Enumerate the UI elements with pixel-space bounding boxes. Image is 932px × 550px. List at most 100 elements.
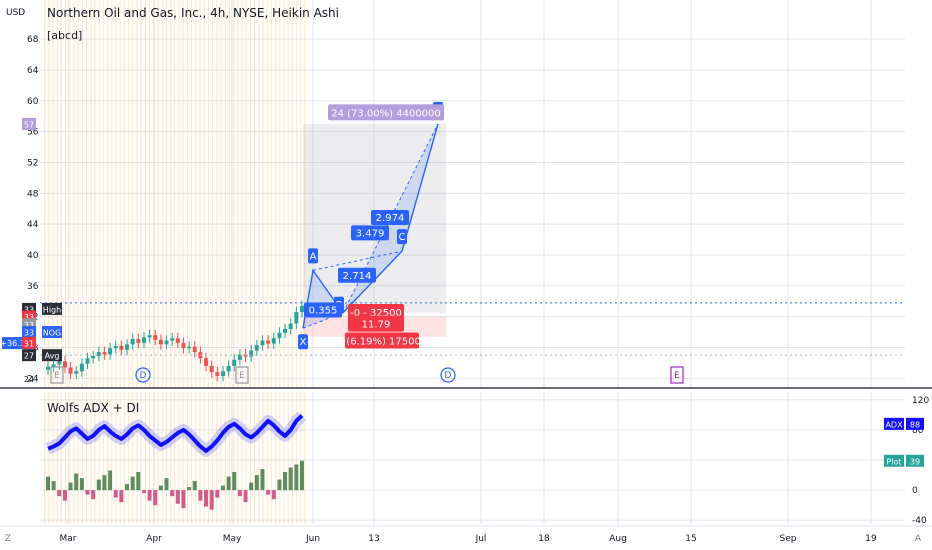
event-marker-letter: E <box>674 371 680 381</box>
session-stripe <box>44 392 46 524</box>
ratio-badge-text: 2.714 <box>343 271 372 282</box>
y-tick-label: 48 <box>27 189 39 199</box>
event-marker-d[interactable]: D <box>135 367 151 383</box>
histogram-bar <box>271 490 276 500</box>
histogram-bar <box>68 482 73 491</box>
session-stripe <box>144 0 146 388</box>
price-scale-label[interactable]: 27 Avg <box>22 349 62 362</box>
x-tick-label: Jun <box>305 534 320 544</box>
price-scale-label-text: 57 <box>24 120 34 129</box>
pattern-ratio-badge[interactable]: 0.355 <box>304 302 342 318</box>
session-stripe <box>186 392 188 524</box>
session-stripe <box>77 0 79 388</box>
candle-body <box>108 348 113 355</box>
session-stripe <box>73 0 75 388</box>
histogram-bar <box>125 484 130 491</box>
session-stripe <box>157 392 159 524</box>
indicator-value-label[interactable]: Plot 39 <box>884 454 924 467</box>
x-tick-label: Mar <box>60 534 77 544</box>
event-marker-d[interactable]: D <box>440 367 456 383</box>
session-stripe <box>102 0 104 388</box>
histogram-bar <box>85 490 90 495</box>
histogram-bar <box>192 481 197 491</box>
pattern-point-c[interactable]: C <box>397 229 407 245</box>
stop-badge[interactable]: 2 (6.19%) 175000 <box>337 332 427 349</box>
ratio-badge-text: 0.355 <box>309 305 338 316</box>
histogram-bar <box>288 467 293 491</box>
event-marker-letter: D <box>140 371 147 381</box>
session-stripe <box>65 0 67 388</box>
histogram-bar <box>119 490 124 503</box>
price-scale-label-text: 33 <box>24 329 34 338</box>
candle-body <box>85 358 90 364</box>
histogram-bar <box>300 460 304 491</box>
x-tick-label: 18 <box>538 534 550 544</box>
session-stripe <box>203 0 205 388</box>
indicator-tag-text: Plot <box>886 457 901 466</box>
session-stripe <box>262 392 264 524</box>
event-marker-letter: D <box>445 371 452 381</box>
event-marker-e[interactable]: E <box>670 366 684 384</box>
candle-body <box>79 363 84 372</box>
pattern-point-label: X <box>300 337 307 348</box>
histogram-bar <box>181 490 186 509</box>
session-stripe <box>291 392 293 524</box>
abcd-pattern[interactable]: XABCD0.3552.7143.4792.97424 (73.00%) 440… <box>298 101 446 350</box>
candle-body <box>294 312 299 324</box>
x-tick-label: Apr <box>146 534 162 544</box>
pattern-ratio-badge[interactable]: 3.479 <box>351 225 389 241</box>
stop-badge-text: 11.79 <box>362 320 391 331</box>
session-stripe <box>228 392 230 524</box>
indicator-tag-text: ADX <box>885 420 903 429</box>
chart-window: 24283236404448525660646812080400-40XABCD… <box>0 0 932 550</box>
session-stripe <box>254 0 256 388</box>
histogram-bar <box>113 490 118 498</box>
histogram-bar <box>283 472 288 491</box>
x-tick-label: 19 <box>865 534 877 544</box>
x-tick-label: 15 <box>685 534 696 544</box>
histogram-bar <box>79 478 84 491</box>
candle-body <box>215 372 220 376</box>
candle-body <box>254 345 259 351</box>
stop-badge[interactable]: 11.79 <box>348 315 404 332</box>
histogram-bar <box>243 490 248 503</box>
session-stripe <box>69 0 71 388</box>
histogram-bar <box>96 479 101 491</box>
histogram-bar <box>136 472 141 491</box>
session-stripe <box>136 0 138 388</box>
session-stripe <box>228 0 230 388</box>
candle-body <box>192 346 197 353</box>
histogram-bar <box>220 485 225 491</box>
script-name: [abcd] <box>47 29 83 42</box>
x-tick-label: May <box>223 534 242 544</box>
pattern-point-a[interactable]: A <box>308 248 318 264</box>
indicator-title[interactable]: Wolfs ADX + DI <box>47 401 139 415</box>
price-scale-label[interactable]: 57 <box>22 117 36 130</box>
chart-canvas[interactable]: 24283236404448525660646812080400-40XABCD… <box>0 0 932 550</box>
indicator-value-label[interactable]: ADX 88 <box>884 417 924 430</box>
timezone-icon: Z <box>5 534 11 544</box>
price-scale-label[interactable]: 24 <box>24 375 34 384</box>
histogram-bar <box>158 485 163 491</box>
candle-body <box>260 340 265 346</box>
histogram-bar <box>102 475 107 491</box>
session-stripe <box>258 392 260 524</box>
candle-body <box>153 335 158 340</box>
session-stripe <box>165 0 167 388</box>
histogram-bar <box>51 481 56 491</box>
target-badge[interactable]: 24 (73.00%) 4400000 <box>328 104 444 121</box>
session-stripe <box>279 392 281 524</box>
price-scale-label[interactable]: 31 <box>22 336 36 349</box>
pattern-ratio-badge[interactable]: 2.714 <box>338 267 376 283</box>
candle-body <box>187 346 192 349</box>
pattern-point-x[interactable]: X <box>298 334 308 350</box>
session-stripe <box>90 0 92 388</box>
session-stripe <box>270 0 272 388</box>
session-stripe <box>191 392 193 524</box>
session-stripe <box>170 392 172 524</box>
histogram-bar <box>141 490 146 494</box>
candle-body <box>130 338 135 345</box>
pattern-point-label: C <box>399 232 406 243</box>
pattern-ratio-badge[interactable]: 2.974 <box>371 209 409 225</box>
candle-body <box>119 345 124 350</box>
